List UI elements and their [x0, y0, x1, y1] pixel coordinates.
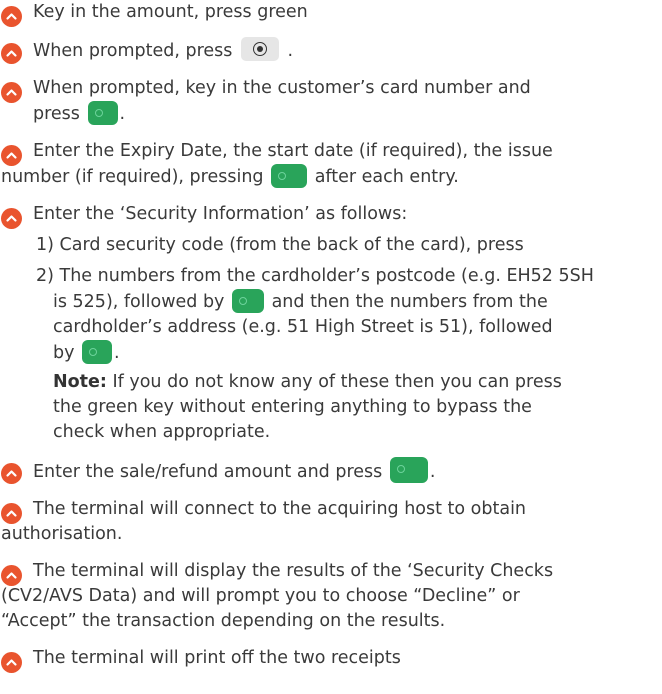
green-enter-key-icon	[232, 289, 264, 313]
green-enter-key-icon	[389, 457, 428, 483]
step-security-checks: The terminal will display the results of…	[1, 559, 648, 634]
sub-item-line: is 525), followed by and then the number…	[36, 289, 648, 315]
step-text: The terminal will print off the two rece…	[33, 648, 401, 668]
chevron-up-icon	[1, 208, 22, 229]
step-text-line: “Accept” the transaction depending on th…	[1, 611, 446, 631]
note-block: Note: If you do not know any of these th…	[53, 370, 648, 445]
step-security-info: Enter the ‘Security Information’ as foll…	[1, 202, 648, 229]
note-line: check when appropriate.	[53, 422, 271, 442]
step-expiry-date: Enter the Expiry Date, the start date (i…	[1, 139, 648, 190]
step-text-line: (CV2/AVS Data) and will prompt you to ch…	[1, 586, 520, 606]
step-text-line: authorisation.	[1, 524, 123, 544]
green-enter-key-icon	[271, 164, 308, 188]
step-text: Enter the sale/refund amount and press .	[33, 457, 648, 485]
step-text-line: When prompted, key in the customer’s car…	[33, 78, 531, 98]
step-text-line: The terminal will display the results of…	[33, 561, 554, 581]
select-button-icon	[240, 37, 279, 61]
step-text-line: press .	[33, 101, 648, 127]
chevron-up-icon	[1, 6, 22, 27]
step-text-line: Enter the Expiry Date, the start date (i…	[33, 141, 553, 161]
chevron-up-icon	[1, 463, 22, 484]
step-text: When prompted, press .	[33, 37, 648, 64]
sub-item-line: by .	[36, 340, 648, 366]
step-key-in-amount: Key in the amount, press green	[1, 0, 648, 27]
instructions-page: Key in the amount, press green When prom…	[0, 0, 662, 694]
chevron-up-icon	[1, 82, 22, 103]
chevron-up-icon	[1, 145, 22, 166]
note-label: Note:	[53, 372, 107, 392]
chevron-up-icon	[1, 565, 22, 586]
sub-item-postcode-address: 2) The numbers from the cardholder’s pos…	[36, 264, 648, 366]
note-line: the green key without entering anything …	[53, 397, 532, 417]
green-enter-key-icon	[87, 101, 118, 125]
step-sale-amount: Enter the sale/refund amount and press .	[1, 457, 648, 485]
step-text-line: number (if required), pressing after eac…	[1, 164, 648, 190]
sub-item-line: 2) The numbers from the cardholder’s pos…	[36, 266, 594, 286]
step-connect-host: The terminal will connect to the acquiri…	[1, 497, 648, 547]
chevron-up-icon	[1, 43, 22, 64]
chevron-up-icon	[1, 503, 22, 524]
step-text: Enter the ‘Security Information’ as foll…	[33, 204, 408, 224]
step-text-line: The terminal will connect to the acquiri…	[33, 499, 527, 519]
step-card-number: When prompted, key in the customer’s car…	[1, 76, 648, 127]
green-enter-key-icon	[82, 340, 113, 364]
sub-item-line: cardholder’s address (e.g. 51 High Stree…	[53, 317, 553, 337]
step-text: Key in the amount, press green	[33, 2, 308, 22]
step-print-receipts: The terminal will print off the two rece…	[1, 646, 648, 673]
note-line: Note: If you do not know any of these th…	[53, 372, 562, 392]
chevron-up-icon	[1, 652, 22, 673]
sub-item-card-security-code: 1) Card security code (from the back of …	[36, 233, 648, 258]
sub-item-text: 1) Card security code (from the back of …	[36, 235, 524, 255]
step-press-select: When prompted, press .	[1, 37, 648, 64]
